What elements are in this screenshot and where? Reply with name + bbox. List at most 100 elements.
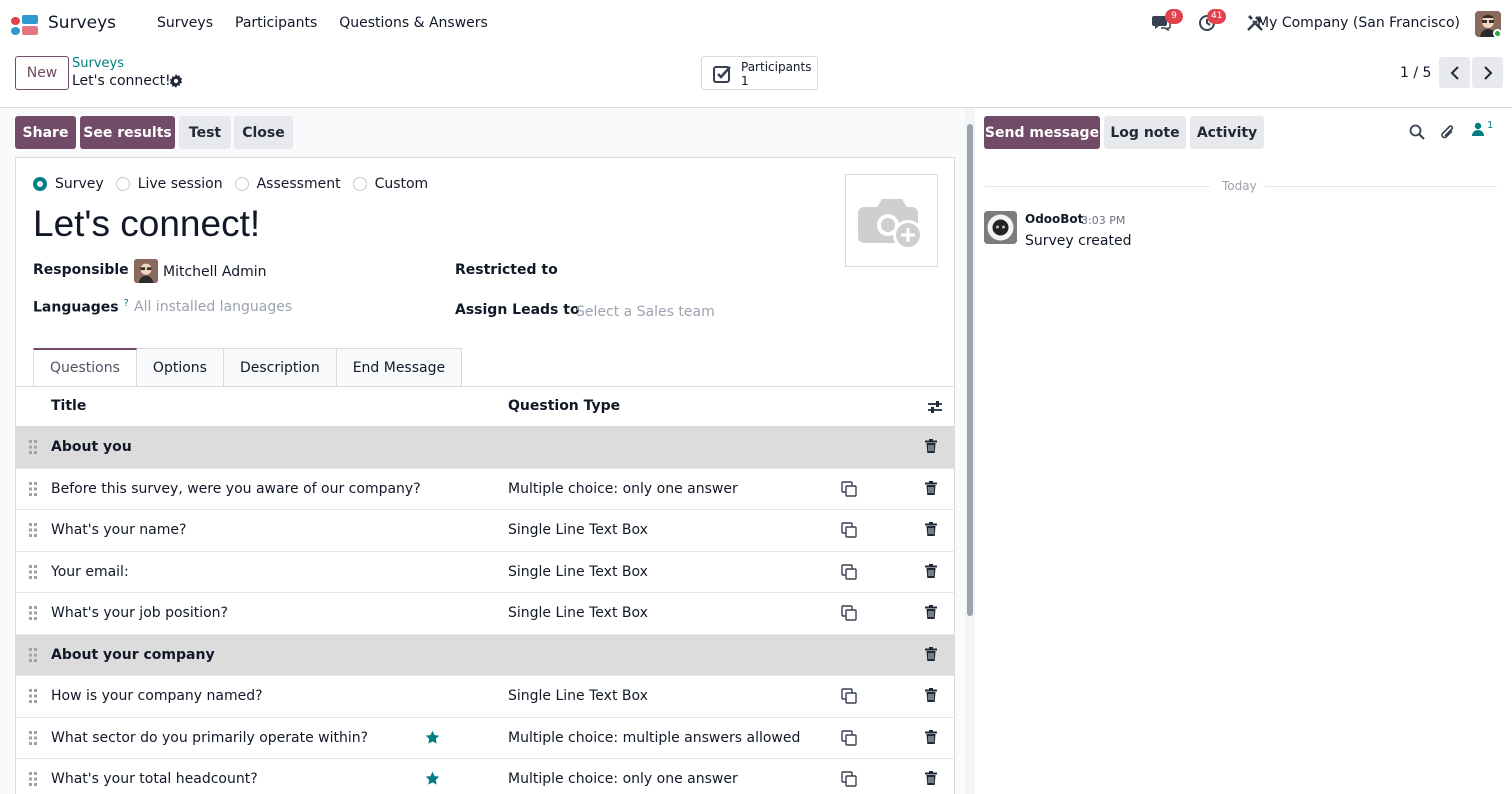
radio-assessment[interactable] — [234, 177, 249, 191]
followers-button[interactable]: 1 — [1472, 120, 1493, 140]
trash-icon[interactable] — [925, 563, 937, 578]
copy-icon[interactable] — [841, 605, 857, 621]
drag-handle-icon[interactable] — [29, 606, 37, 620]
share-button[interactable]: Share — [15, 116, 76, 149]
responsible-field[interactable]: Mitchell Admin — [163, 264, 267, 280]
trash-icon[interactable] — [925, 729, 937, 744]
copy-icon[interactable] — [841, 729, 857, 746]
scrollbar-thumb[interactable] — [967, 124, 973, 616]
app-title[interactable]: Surveys — [48, 13, 116, 33]
questions-table: Title Question Type About you Before this… — [16, 387, 954, 794]
log-note-button[interactable]: Log note — [1104, 116, 1186, 149]
copy-icon[interactable] — [841, 563, 857, 580]
table-row[interactable]: What's your name? Single Line Text Box — [16, 510, 954, 552]
test-button[interactable]: Test — [179, 116, 231, 149]
new-button[interactable]: New — [15, 56, 69, 90]
activities-button[interactable]: 41 — [1198, 9, 1227, 36]
pager-value[interactable]: 1 / 5 — [1400, 65, 1431, 81]
paperclip-icon[interactable] — [1440, 124, 1456, 141]
radio-custom[interactable] — [352, 177, 367, 191]
drag-handle-icon[interactable] — [29, 564, 37, 579]
trash-icon[interactable] — [925, 439, 937, 453]
star-icon — [425, 771, 440, 785]
section-row[interactable]: About you — [16, 427, 954, 469]
table-row[interactable]: What's your job position? Single Line Tex… — [16, 593, 954, 635]
radio-live-session-label[interactable]: Live session — [138, 176, 223, 192]
responsible-label: Responsible — [33, 262, 129, 278]
survey-image-upload[interactable] — [845, 174, 938, 267]
drag-handle-icon[interactable] — [29, 647, 37, 662]
tab-end-message[interactable]: End Message — [336, 348, 463, 387]
drag-handle-icon[interactable] — [29, 440, 37, 454]
message-author[interactable]: OdooBot — [1025, 212, 1083, 226]
trash-icon[interactable] — [925, 522, 937, 536]
drag-handle-icon[interactable] — [29, 772, 37, 786]
question-title-cell: How is your company named? — [51, 688, 263, 704]
question-type-cell: Single Line Text Box — [508, 563, 648, 580]
close-button[interactable]: Close — [234, 116, 293, 149]
menu-participants[interactable]: Participants — [235, 15, 317, 31]
gear-icon[interactable] — [169, 74, 183, 88]
drag-handle-icon[interactable] — [29, 689, 37, 703]
radio-survey[interactable] — [33, 177, 47, 191]
messages-button[interactable]: 9 — [1151, 9, 1183, 36]
radio-assessment-label[interactable]: Assessment — [257, 176, 341, 192]
section-row[interactable]: About your company — [16, 634, 954, 676]
form-scrollbar[interactable] — [965, 108, 975, 794]
copy-icon[interactable] — [841, 771, 857, 787]
table-row[interactable]: What sector do you primarily operate wit… — [16, 717, 954, 759]
company-switcher[interactable]: My Company (San Francisco) — [1257, 15, 1460, 31]
help-tooltip-icon[interactable]: ? — [124, 298, 129, 309]
pager-previous-button[interactable] — [1439, 57, 1470, 88]
copy-icon[interactable] — [841, 688, 857, 704]
activity-button[interactable]: Activity — [1190, 116, 1264, 149]
trash-icon[interactable] — [925, 605, 937, 619]
date-separator-label: Today — [1222, 179, 1257, 193]
tab-questions[interactable]: Questions — [33, 348, 137, 387]
odoobot-avatar[interactable] — [984, 211, 1017, 244]
question-title-cell: What sector do you primarily operate wit… — [51, 729, 369, 746]
search-icon[interactable] — [1409, 124, 1425, 140]
participants-smart-button[interactable]: Participants 1 — [701, 56, 818, 90]
sliders-icon[interactable] — [927, 399, 943, 415]
column-question-type[interactable]: Question Type — [508, 398, 620, 414]
send-message-button[interactable]: Send message — [984, 116, 1100, 149]
pager-next-button[interactable] — [1472, 57, 1503, 88]
radio-custom-label[interactable]: Custom — [375, 176, 429, 192]
table-row[interactable]: Your email: Single Line Text Box — [16, 551, 954, 593]
column-title[interactable]: Title — [51, 398, 86, 414]
top-navbar: Surveys Surveys Participants Questions &… — [0, 0, 1512, 47]
trash-icon[interactable] — [925, 771, 937, 785]
tab-description[interactable]: Description — [223, 348, 337, 387]
trash-icon[interactable] — [925, 646, 937, 661]
copy-icon[interactable] — [841, 480, 857, 497]
survey-title-field[interactable]: Let's connect! — [33, 203, 260, 245]
question-type-cell: Multiple choice: multiple answers allowe… — [508, 729, 801, 746]
menu-questions-answers[interactable]: Questions & Answers — [339, 15, 488, 31]
trash-icon[interactable] — [925, 688, 937, 702]
see-results-button[interactable]: See results — [80, 116, 175, 149]
drag-handle-icon[interactable] — [29, 523, 37, 537]
assign-leads-field[interactable]: Select a Sales team — [576, 304, 715, 320]
table-row[interactable]: How is your company named? Single Line Te… — [16, 676, 954, 718]
user-avatar[interactable] — [1475, 11, 1501, 37]
surveys-app-icon[interactable] — [11, 13, 39, 35]
table-row[interactable]: What's your total headcount? Multiple cho… — [16, 759, 954, 794]
menu-surveys[interactable]: Surveys — [157, 15, 213, 31]
responsible-avatar — [134, 259, 158, 283]
question-title-cell: Your email: — [51, 563, 129, 580]
table-row[interactable]: Before this survey, were you aware of ou… — [16, 468, 954, 510]
trash-icon[interactable] — [925, 480, 937, 495]
drag-handle-icon[interactable] — [29, 730, 37, 745]
assign-leads-label: Assign Leads to — [455, 302, 580, 318]
drag-handle-icon[interactable] — [29, 481, 37, 496]
question-title-cell: About your company — [51, 646, 215, 663]
breadcrumb-parent[interactable]: Surveys — [72, 56, 124, 71]
copy-icon[interactable] — [841, 522, 857, 538]
radio-survey-label[interactable]: Survey — [55, 176, 104, 192]
languages-field[interactable]: All installed languages — [134, 299, 292, 315]
radio-live-session[interactable] — [115, 177, 130, 191]
table-header: Title Question Type — [16, 387, 954, 427]
tab-options[interactable]: Options — [136, 348, 224, 387]
form-view: Share See results Test Close Survey Live… — [0, 108, 965, 794]
